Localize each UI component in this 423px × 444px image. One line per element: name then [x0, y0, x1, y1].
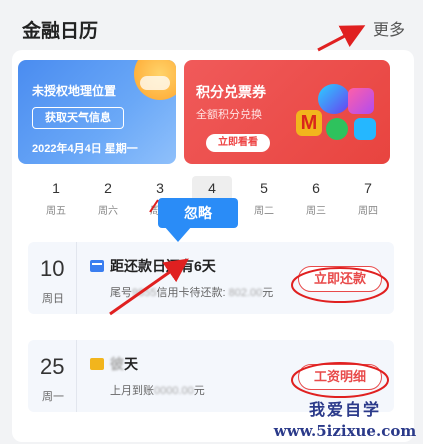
- points-banner[interactable]: 积分兑票券 全额积分兑换 立即看看 M: [184, 60, 390, 164]
- masked-amount: 0000.00: [154, 385, 194, 397]
- ignore-tooltip-button[interactable]: 忽略: [158, 198, 238, 228]
- repay-now-button[interactable]: 立即还款: [298, 266, 382, 292]
- event-detail: 尾号9855信用卡待还款: 802.00元: [110, 284, 273, 300]
- mcdonalds-logo-icon: M: [296, 110, 322, 136]
- points-subtitle: 全额积分兑换: [196, 109, 262, 121]
- day-number: 3: [156, 180, 164, 196]
- masked-title: 彼: [110, 356, 124, 372]
- day-number: 4: [208, 180, 216, 196]
- watermark-cn: 我爱自学: [308, 400, 381, 419]
- get-weather-button[interactable]: 获取天气信息: [32, 107, 124, 129]
- salary-icon: [90, 358, 104, 370]
- detail-middle: 信用卡待还款:: [156, 287, 229, 299]
- day-2[interactable]: 2 周六: [88, 176, 128, 218]
- more-link[interactable]: 更多: [373, 16, 405, 40]
- points-title: 积分兑票券: [196, 84, 266, 100]
- masked-card-number: 9855: [132, 287, 157, 299]
- music-app-icon: [348, 88, 374, 114]
- weather-date: 2022年4月4日 星期一: [32, 143, 138, 155]
- masked-amount: 802.00: [228, 287, 263, 299]
- watermark-url: www.5izixue.com: [273, 422, 417, 440]
- event-weekday: 周日: [42, 293, 64, 305]
- credit-card-icon: [90, 260, 104, 272]
- watermark: 我爱自学 www.5izixue.com: [270, 396, 420, 442]
- day-6[interactable]: 6 周三: [296, 176, 336, 218]
- day-weekday: 周五: [46, 206, 66, 217]
- green-app-icon: [326, 118, 348, 140]
- cloud-icon: [140, 76, 170, 90]
- day-number: 5: [260, 180, 268, 196]
- page-title: 金融日历: [22, 21, 99, 42]
- salary-details-button[interactable]: 工资明细: [298, 364, 382, 390]
- day-weekday: 周六: [98, 206, 118, 217]
- day-weekday: 周二: [254, 206, 274, 217]
- detail-prefix: 尾号: [110, 287, 132, 299]
- event-repayment[interactable]: 10 周日 距还款日还有6天 尾号9855信用卡待还款: 802.00元 立即还…: [28, 242, 394, 314]
- view-now-button[interactable]: 立即看看: [206, 134, 270, 152]
- title-suffix: 天: [124, 356, 138, 372]
- day-weekday: 周三: [306, 206, 326, 217]
- detail-suffix: 元: [262, 287, 274, 299]
- day-number: 6: [312, 180, 320, 196]
- weather-banner[interactable]: 未授权地理位置 获取天气信息 2022年4月4日 星期一: [18, 60, 176, 164]
- day-5[interactable]: 5 周二: [244, 176, 284, 218]
- day-number: 1: [52, 180, 60, 196]
- tooltip-tail: [164, 226, 192, 242]
- weather-title: 未授权地理位置: [32, 84, 117, 98]
- event-divider: [76, 242, 77, 314]
- event-detail: 上月到账0000.00元: [110, 382, 205, 398]
- event-divider: [76, 340, 77, 412]
- detail-suffix: 元: [193, 385, 205, 397]
- event-title: 距还款日还有6天: [110, 258, 216, 274]
- event-weekday: 周一: [42, 391, 64, 403]
- day-1[interactable]: 1 周五: [36, 176, 76, 218]
- day-number: 2: [104, 180, 112, 196]
- blue-app-icon: [354, 118, 376, 140]
- video-app-icon: [318, 84, 350, 114]
- event-day: 10: [40, 256, 65, 281]
- app-icons-group: M: [296, 78, 386, 148]
- event-day: 25: [40, 354, 65, 379]
- header: 金融日历 更多: [0, 0, 423, 52]
- day-number: 7: [364, 180, 372, 196]
- day-weekday: 周四: [358, 206, 378, 217]
- event-title: 彼天: [110, 354, 138, 374]
- detail-prefix: 上月到账: [110, 385, 154, 397]
- day-7[interactable]: 7 周四: [348, 176, 388, 218]
